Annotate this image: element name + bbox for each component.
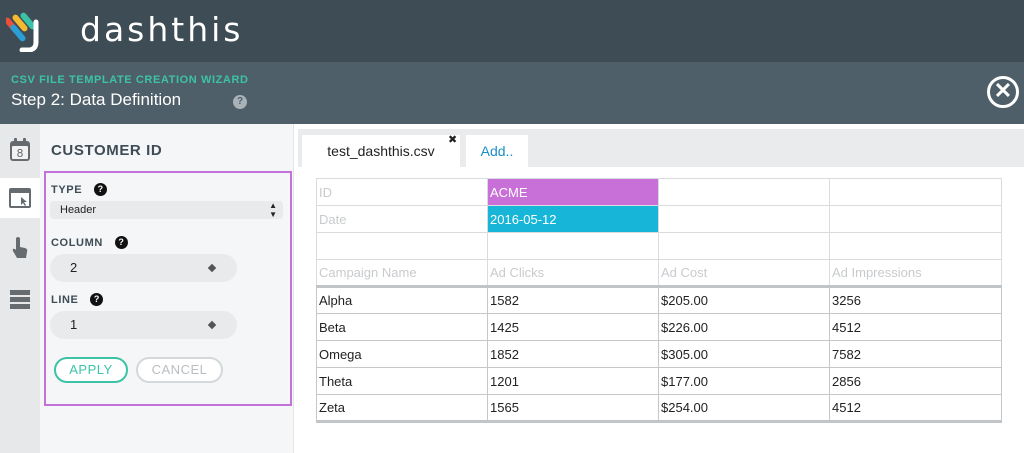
grid-cell[interactable]: Ad Clicks: [487, 259, 659, 288]
select-arrows-icon: ▲ ▼: [269, 201, 277, 219]
rail-item-window[interactable]: [0, 178, 40, 218]
grid-cell[interactable]: 1852: [487, 340, 659, 368]
line-help-icon[interactable]: ?: [90, 293, 104, 306]
table-row: Omega 1852 $305.00 7582: [316, 340, 1002, 368]
rail-item-pointer[interactable]: [0, 228, 40, 268]
dashthis-logo-icon[interactable]: [6, 10, 48, 52]
type-label-row: TYPE ?: [51, 183, 108, 196]
grid-cell[interactable]: 4512: [829, 313, 1002, 341]
grid-cell[interactable]: 1425: [487, 313, 659, 341]
stepper-arrows-icon[interactable]: [207, 263, 217, 273]
table-rows-icon: [10, 290, 30, 309]
grid-cell[interactable]: Zeta: [316, 394, 488, 423]
line-label: LINE: [51, 293, 79, 306]
grid-cell[interactable]: [829, 178, 1002, 206]
close-tab-icon[interactable]: ✖: [448, 133, 457, 146]
grid-cell[interactable]: [487, 232, 659, 260]
grid-cell[interactable]: $205.00: [658, 286, 830, 314]
grid-cell[interactable]: 1201: [487, 367, 659, 395]
grid-cell[interactable]: Ad Cost: [658, 259, 830, 288]
table-row: Theta 1201 $177.00 2856: [316, 367, 1002, 395]
grid-cell[interactable]: Ad Impressions: [829, 259, 1002, 288]
brand-name: dashthis: [80, 10, 244, 49]
header-row: Campaign Name Ad Clicks Ad Cost Ad Impressi…: [316, 259, 1002, 288]
csv-grid: ID ACME Date 2016-05-12 Campaign Name Ad Clic…: [316, 178, 1002, 423]
rail-item-calendar[interactable]: 8: [0, 130, 40, 170]
column-value: 2: [70, 260, 78, 275]
grid-cell[interactable]: $226.00: [658, 313, 830, 341]
meta-row: ID ACME: [316, 178, 1002, 206]
grid-cell[interactable]: [658, 232, 830, 260]
type-help-icon[interactable]: ?: [94, 183, 108, 196]
grid-cell[interactable]: 1565: [487, 394, 659, 423]
grid-cell[interactable]: Date: [316, 205, 488, 233]
grid-cell[interactable]: $254.00: [658, 394, 830, 423]
table-row: Zeta 1565 $254.00 4512: [316, 394, 1002, 423]
line-stepper[interactable]: 1: [50, 311, 237, 339]
grid-cell[interactable]: ACME: [487, 178, 659, 206]
meta-row: Date 2016-05-12: [316, 205, 1002, 233]
grid-cell[interactable]: 2016-05-12: [487, 205, 659, 233]
type-select-value: Header: [60, 204, 97, 216]
column-help-icon[interactable]: ?: [114, 236, 128, 249]
grid-cell[interactable]: 3256: [829, 286, 1002, 314]
grid-cell[interactable]: 7582: [829, 340, 1002, 368]
stepper-arrows-icon[interactable]: [207, 320, 217, 330]
grid-cell[interactable]: 1582: [487, 286, 659, 314]
grid-cell[interactable]: [829, 232, 1002, 260]
line-value: 1: [70, 317, 78, 332]
wizard-title: CSV FILE TEMPLATE CREATION WIZARD: [11, 74, 249, 86]
csv-preview-area: test_dashthis.csv ✖ Add.. ID ACME Date 2016…: [294, 124, 1024, 453]
column-stepper[interactable]: 2: [50, 254, 237, 282]
cancel-button[interactable]: CANCEL: [136, 357, 223, 383]
type-label: TYPE: [51, 183, 83, 196]
panel-title: CUSTOMER ID: [51, 142, 163, 159]
line-label-row: LINE ?: [51, 293, 104, 306]
column-label: COLUMN: [51, 236, 103, 249]
rail-item-table[interactable]: [0, 280, 40, 320]
tab-label: test_dashthis.csv: [327, 143, 435, 159]
grid-cell[interactable]: [658, 178, 830, 206]
apply-button[interactable]: APPLY: [54, 357, 128, 383]
grid-cell[interactable]: Theta: [316, 367, 488, 395]
grid-cell[interactable]: Omega: [316, 340, 488, 368]
calendar-day-number: 8: [17, 147, 24, 160]
grid-cell[interactable]: 2856: [829, 367, 1002, 395]
table-row: Beta 1425 $226.00 4512: [316, 313, 1002, 341]
grid-cell[interactable]: $177.00: [658, 367, 830, 395]
file-tab-bar: test_dashthis.csv ✖ Add..: [298, 129, 1024, 167]
grid-cell[interactable]: [658, 205, 830, 233]
grid-cell[interactable]: [316, 232, 488, 260]
definition-panel: CUSTOMER ID TYPE ? Header ▲ ▼ COLUMN ? 2 …: [40, 124, 294, 453]
meta-row: [316, 232, 1002, 260]
grid-cell[interactable]: Beta: [316, 313, 488, 341]
grid-cell[interactable]: ID: [316, 178, 488, 206]
close-wizard-button[interactable]: ✕: [987, 76, 1019, 108]
step-title: Step 2: Data Definition: [11, 90, 182, 109]
grid-cell[interactable]: $305.00: [658, 340, 830, 368]
grid-cell[interactable]: Alpha: [316, 286, 488, 314]
step-help-icon[interactable]: ?: [233, 95, 247, 109]
grid-cell[interactable]: Campaign Name: [316, 259, 488, 288]
grid-cell[interactable]: [829, 205, 1002, 233]
pointer-hand-icon: [12, 237, 28, 258]
top-bar: dashthis: [0, 0, 1024, 62]
definition-form: TYPE ? Header ▲ ▼ COLUMN ? 2 LINE ? 1 APP…: [44, 171, 292, 406]
icon-rail: 8: [0, 124, 40, 453]
column-label-row: COLUMN ?: [51, 236, 128, 249]
type-select[interactable]: Header ▲ ▼: [50, 201, 283, 219]
grid-cell[interactable]: 4512: [829, 394, 1002, 423]
window-cursor-icon: [9, 188, 31, 208]
table-row: Alpha 1582 $205.00 3256: [316, 286, 1002, 314]
tab-test-dashthis-csv[interactable]: test_dashthis.csv: [302, 135, 460, 167]
calendar-icon: 8: [10, 138, 30, 161]
add-file-tab[interactable]: Add..: [466, 135, 528, 167]
